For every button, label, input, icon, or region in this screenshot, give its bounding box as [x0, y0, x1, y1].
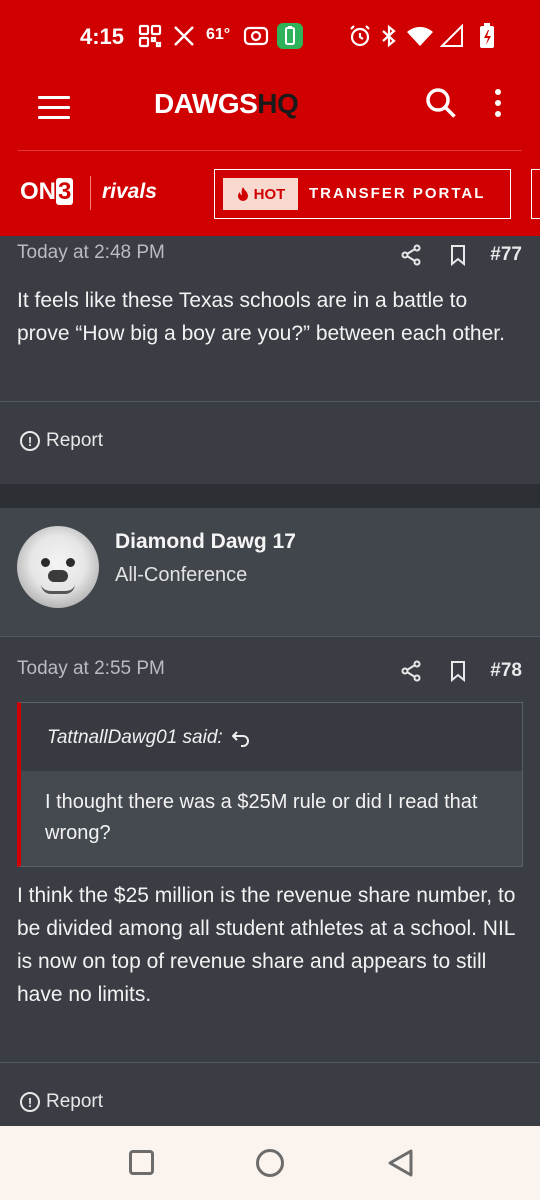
post-timestamp[interactable]: Today at 2:55 PM	[17, 658, 165, 680]
partner-bar: ON3 rivals HOT TRANSFER PORTAL	[0, 152, 540, 236]
alert-icon: !	[20, 1092, 40, 1112]
report-button[interactable]: ! Report	[20, 430, 103, 452]
header-divider	[18, 150, 522, 151]
radio-icon	[243, 22, 269, 50]
search-icon[interactable]	[424, 86, 460, 122]
flame-icon	[237, 187, 248, 201]
avatar[interactable]	[17, 526, 99, 608]
home-icon[interactable]	[256, 1149, 284, 1177]
status-time: 4:15	[80, 24, 125, 49]
bookmark-icon[interactable]	[448, 660, 470, 683]
transfer-portal-button[interactable]: HOT TRANSFER PORTAL	[214, 169, 511, 219]
hot-label: HOT	[253, 185, 286, 203]
author-block: Diamond Dawg 17 All-Conference	[0, 508, 540, 636]
post-number[interactable]: #77	[490, 244, 522, 266]
next-button-edge[interactable]	[531, 169, 540, 219]
signal-icon	[440, 22, 466, 50]
site-logo[interactable]: DAWGSHQ	[154, 88, 299, 120]
on3-logo[interactable]: ON3	[20, 178, 74, 206]
logo-separator	[90, 176, 91, 210]
post-number[interactable]: #78	[490, 660, 522, 682]
quote-block: TattnallDawg01 said: I thought there was…	[17, 702, 523, 867]
share-icon[interactable]	[400, 660, 422, 682]
logo-main: DAWGS	[154, 88, 258, 119]
transfer-portal-label: TRANSFER PORTAL	[309, 185, 486, 202]
post-divider	[0, 1062, 540, 1063]
wifi-icon	[406, 22, 434, 50]
quote-header: TattnallDawg01 said:	[21, 703, 522, 771]
bluetooth-icon	[380, 22, 398, 50]
author-name[interactable]: Diamond Dawg 17	[115, 530, 296, 554]
more-vertical-icon[interactable]	[488, 86, 508, 126]
temperature: 61°	[206, 26, 231, 43]
alarm-icon	[348, 22, 372, 50]
app-header: DAWGSHQ	[0, 72, 540, 152]
report-label: Report	[46, 430, 104, 451]
logo-hq: HQ	[257, 88, 299, 119]
x-logo-icon	[172, 22, 196, 50]
recents-icon[interactable]	[129, 1150, 154, 1175]
post-divider	[0, 401, 540, 402]
author-title: All-Conference	[115, 564, 248, 586]
quote-body: I thought there was a $25M rule or did I…	[21, 771, 522, 866]
quote-text: I thought there was a $25M rule or did I…	[45, 791, 478, 844]
back-icon[interactable]	[386, 1148, 416, 1178]
report-label: Report	[46, 1091, 104, 1112]
quote-author[interactable]: TattnallDawg01 said:	[47, 727, 251, 749]
post-separator	[0, 484, 540, 508]
alert-icon: !	[20, 431, 40, 451]
quote-author-label: TattnallDawg01 said:	[47, 727, 223, 748]
post-body: I think the $25 million is the revenue s…	[17, 884, 516, 1006]
battery-saver-icon	[276, 22, 304, 50]
battery-icon	[478, 22, 496, 50]
status-bar: 4:15 61°	[0, 0, 540, 72]
jump-to-quote-icon[interactable]	[231, 729, 251, 747]
author-divider	[0, 636, 540, 637]
post-meta: Today at 2:48 PM #77	[0, 240, 540, 276]
share-icon[interactable]	[400, 244, 422, 266]
on3-number: 3	[56, 178, 74, 205]
post-meta: Today at 2:55 PM #78	[0, 656, 540, 692]
post-body: It feels like these Texas schools are in…	[17, 289, 505, 345]
post-timestamp[interactable]: Today at 2:48 PM	[17, 242, 165, 264]
rivals-logo[interactable]: rivals	[102, 180, 157, 204]
on3-prefix: ON	[20, 178, 56, 205]
menu-icon[interactable]	[38, 96, 70, 120]
system-nav-bar	[0, 1126, 540, 1200]
hot-badge: HOT	[223, 178, 298, 210]
bookmark-icon[interactable]	[448, 244, 470, 267]
qr-icon	[138, 22, 162, 50]
report-button[interactable]: ! Report	[20, 1091, 103, 1113]
